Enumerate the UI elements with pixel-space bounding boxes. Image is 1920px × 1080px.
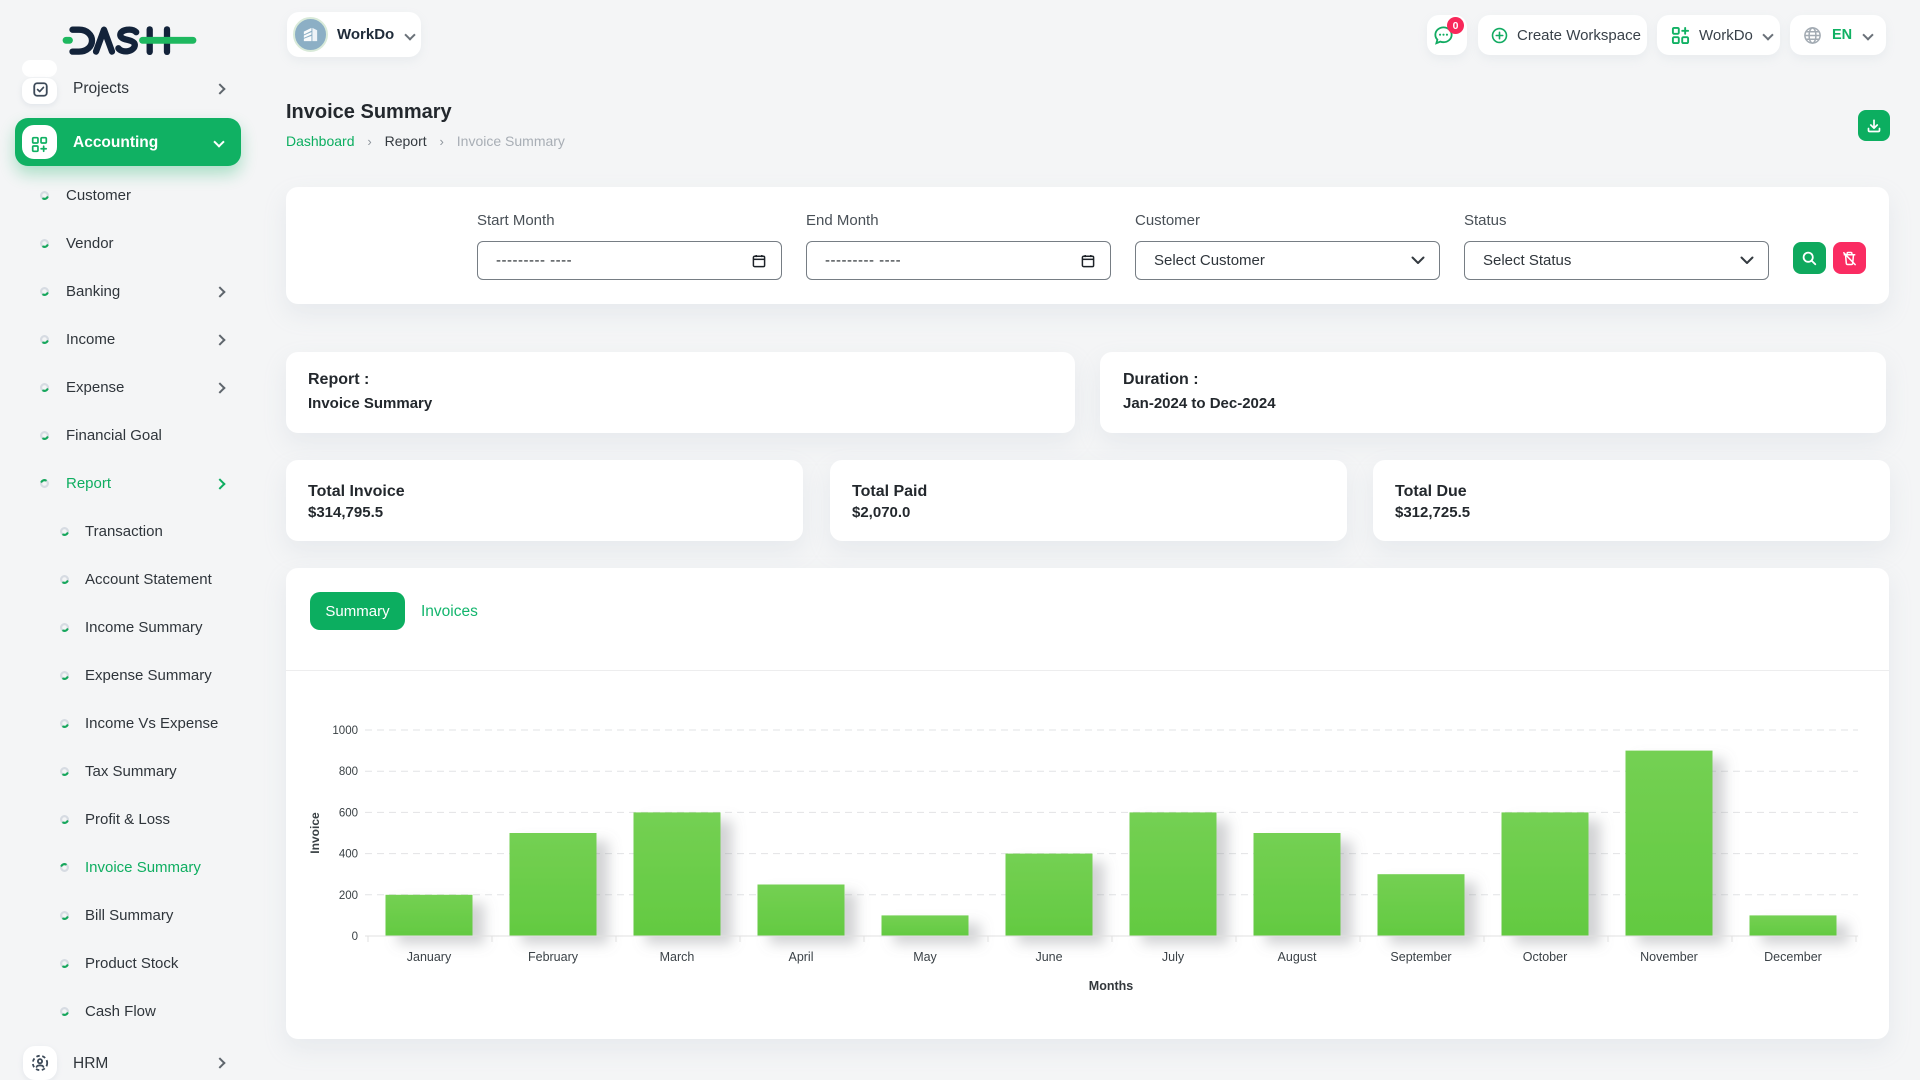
svg-text:0: 0	[352, 931, 358, 943]
svg-text:October: October	[1523, 950, 1567, 964]
svg-text:800: 800	[339, 766, 358, 778]
svg-text:January: January	[407, 950, 452, 964]
svg-text:Months: Months	[1089, 979, 1133, 993]
svg-text:May: May	[913, 950, 937, 964]
svg-text:August: August	[1278, 950, 1317, 964]
svg-text:Invoice: Invoice	[308, 812, 322, 854]
svg-text:April: April	[788, 950, 813, 964]
svg-text:1000: 1000	[332, 725, 358, 737]
svg-text:February: February	[528, 950, 579, 964]
svg-text:600: 600	[339, 807, 358, 819]
svg-text:June: June	[1035, 950, 1062, 964]
svg-text:December: December	[1764, 950, 1822, 964]
svg-text:November: November	[1640, 950, 1698, 964]
svg-text:March: March	[660, 950, 695, 964]
svg-text:200: 200	[339, 890, 358, 902]
svg-text:July: July	[1162, 950, 1185, 964]
svg-text:September: September	[1390, 950, 1451, 964]
svg-text:400: 400	[339, 849, 358, 861]
